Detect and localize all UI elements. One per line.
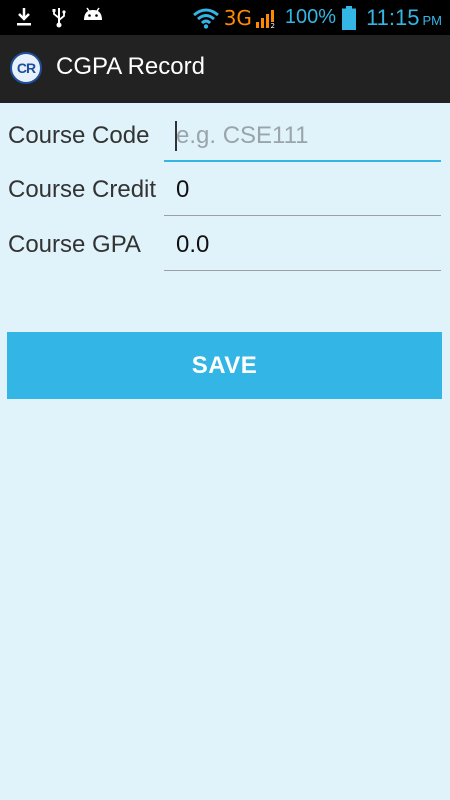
course-credit-input[interactable] [176,172,431,208]
course-gpa-row: Course GPA [0,221,450,271]
course-code-row: Course Code [0,112,450,162]
clock-ampm: PM [422,13,443,28]
download-icon [17,8,31,26]
course-code-label: Course Code [8,122,150,149]
status-bar: 3G 2 100% 11:15 PM [0,0,450,35]
battery-percent: 100% [284,6,337,28]
course-gpa-label: Course GPA [8,231,141,258]
app-logo[interactable]: CR [10,52,42,84]
network-type: 3G [223,5,252,30]
clock: 11:15 [366,4,420,30]
course-credit-label: Course Credit [8,176,157,203]
action-bar: CR CGPA Record [0,35,450,103]
save-button[interactable]: SAVE [7,332,442,399]
course-code-input[interactable] [176,118,431,154]
course-credit-field[interactable] [164,166,441,216]
text-cursor [175,121,177,151]
course-credit-row: Course Credit [0,166,450,216]
course-gpa-field[interactable] [164,221,441,271]
course-code-field[interactable] [164,112,441,162]
wifi-icon [192,8,219,29]
usb-icon [52,8,66,28]
signal-icon: 2 [255,9,277,29]
course-gpa-input[interactable] [176,227,431,263]
svg-text:2: 2 [270,22,274,29]
android-icon [84,7,102,20]
status-right-group: 3G 2 100% 11:15 PM [192,0,442,35]
battery-icon [342,5,357,30]
app-title: CGPA Record [56,53,205,80]
